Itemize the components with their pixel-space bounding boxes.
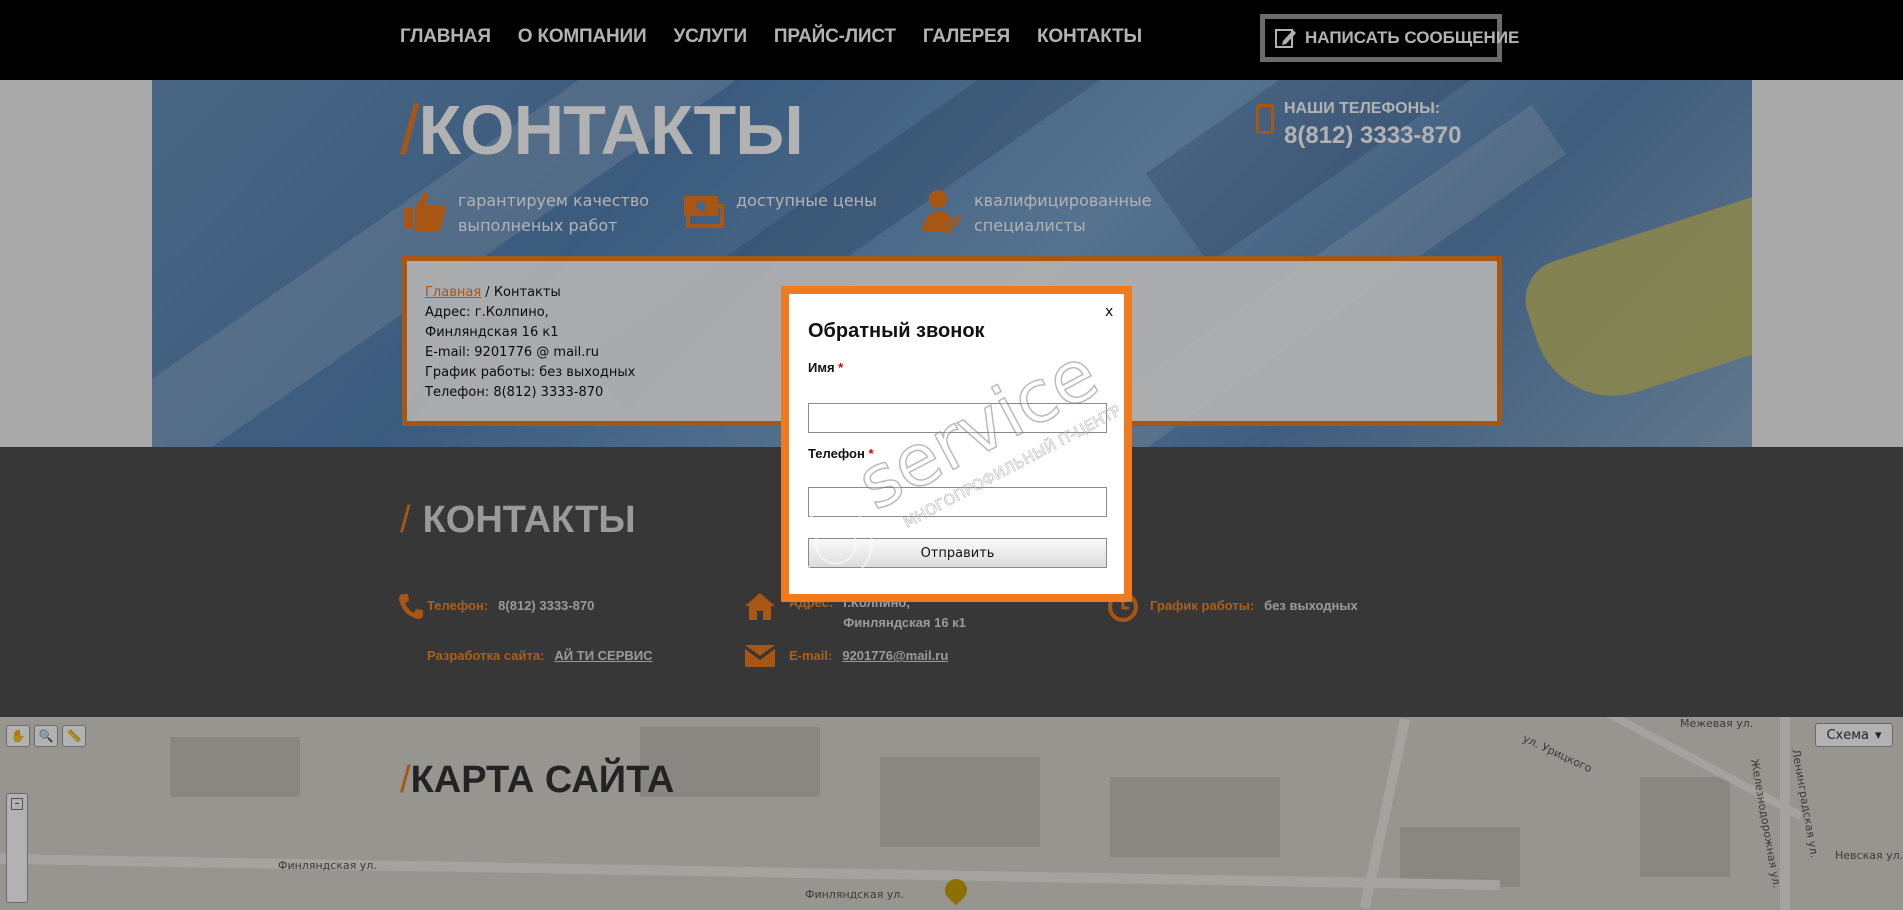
name-label: Имя * — [808, 360, 843, 375]
name-label-text: Имя — [808, 360, 835, 375]
submit-button[interactable]: Отправить — [808, 538, 1107, 568]
required-mark: * — [868, 446, 874, 461]
phone-input[interactable] — [808, 487, 1107, 517]
name-input[interactable] — [808, 403, 1107, 433]
phone-label-text: Телефон — [808, 446, 865, 461]
modal-title: Обратный звонок — [808, 320, 985, 342]
required-mark: * — [838, 360, 844, 375]
phone-label: Телефон * — [808, 446, 874, 461]
callback-modal: x Обратный звонок Имя * Телефон * Отправ… — [781, 286, 1132, 602]
close-button[interactable]: x — [1105, 304, 1113, 320]
